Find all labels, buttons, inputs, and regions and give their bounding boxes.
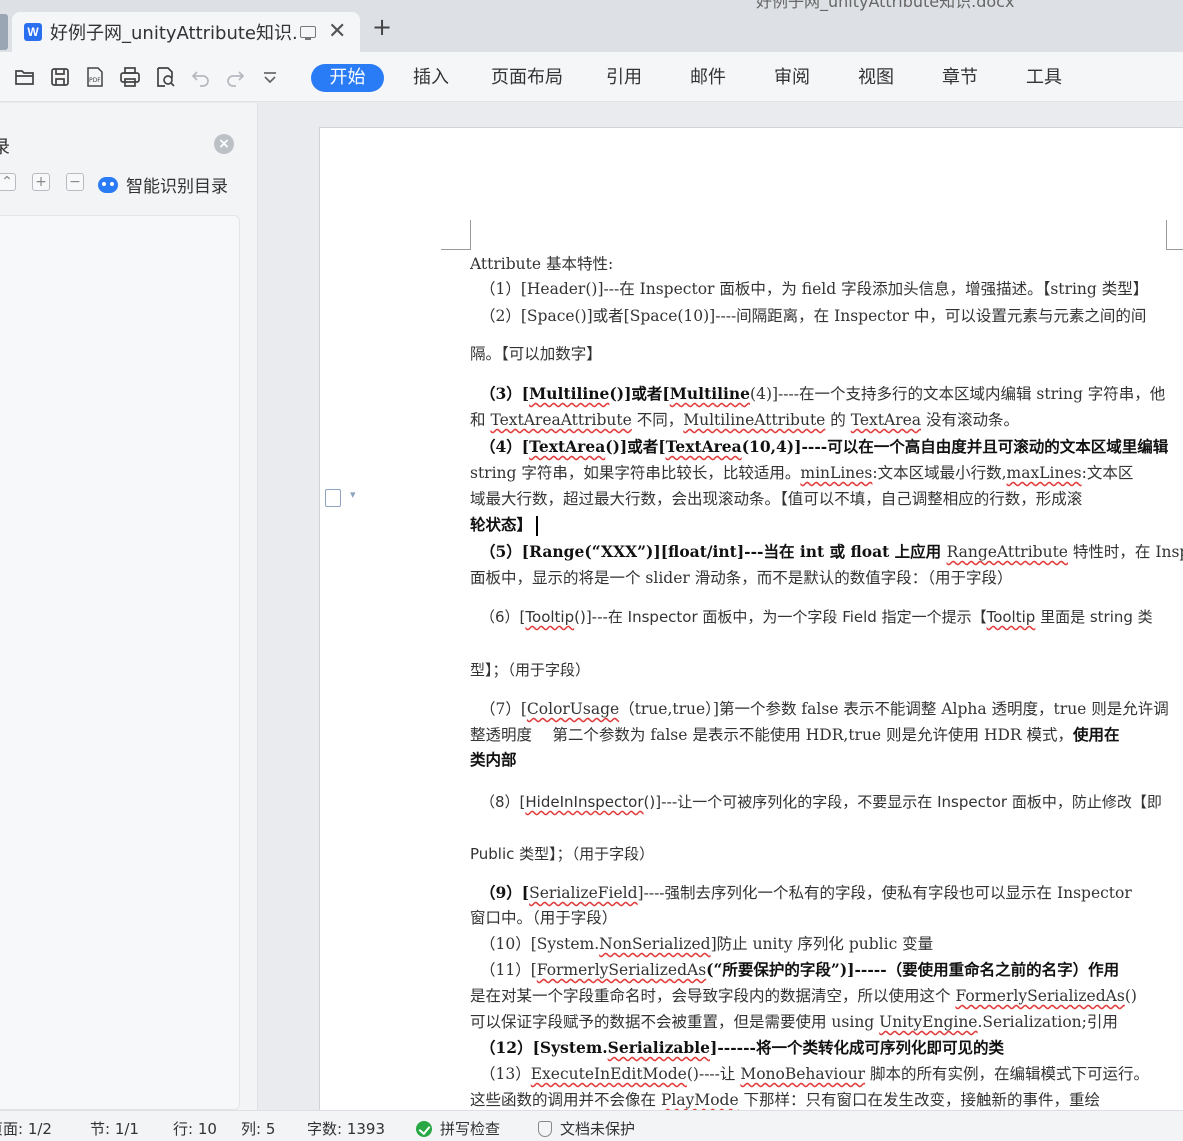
margin-corner-mark-left: [441, 220, 471, 250]
ribbon-tab-references[interactable]: 引用: [606, 64, 642, 92]
doc-heading: Attribute 基本特性:: [470, 255, 614, 273]
title-tab-bar: 好例子网_unityAttribute知识.docx W 好例子网_unityA…: [0, 0, 1183, 52]
collapse-level-icon[interactable]: −: [66, 173, 84, 191]
doc-line: （1）[Header()]---在 Inspector 面板中，为 field …: [480, 280, 1149, 298]
doc-line: （13）ExecuteInEditMode()----让 MonoBehavio…: [480, 1065, 1150, 1083]
writer-document-icon: W: [24, 23, 42, 41]
spellcheck-button[interactable]: 拼写检查: [416, 1118, 500, 1139]
doc-line: （9）[SerializeField]----强制去序列化一个私有的字段，使私有…: [480, 883, 1132, 902]
document-protection-button[interactable]: 文档未保护: [538, 1118, 635, 1139]
ribbon-tab-chapter[interactable]: 章节: [942, 64, 978, 92]
smart-toc-button[interactable]: 智能识别目录: [98, 172, 228, 197]
collapse-all-icon[interactable]: ⌃: [0, 173, 16, 191]
print-icon[interactable]: [119, 66, 141, 88]
close-pane-icon[interactable]: ×: [214, 134, 234, 154]
document-canvas[interactable]: Attribute 基本特性: （1）[Header()]---在 Inspec…: [259, 103, 1183, 1110]
nav-pane-title: 录: [0, 137, 10, 158]
ribbon-tab-view[interactable]: 视图: [858, 64, 894, 92]
doc-line: （3）[Multiline()]或者[Multiline(4)]----在一个支…: [480, 384, 1166, 403]
open-folder-icon[interactable]: [14, 66, 36, 88]
doc-line: 可以保证字段赋予的数据不会被重置，但是需要使用 using UnityEngin…: [470, 1013, 1118, 1031]
doc-line: 域最大行数，超过最大行数，会出现滚动条。【值可以不填，自己调整相应的行数，形成滚: [470, 490, 1083, 508]
spellcheck-icon: [416, 1121, 432, 1137]
doc-line: （5）[Range(“XXX”)][float/int]---当在 int 或 …: [480, 542, 1183, 561]
expand-level-icon[interactable]: +: [32, 173, 50, 191]
window-title: 好例子网_unityAttribute知识.docx: [756, 0, 1015, 11]
doc-line: 是在对某一个字段重命名时，会导致字段内的数据清空，所以使用这个 Formerly…: [470, 987, 1137, 1005]
previous-tab-edge[interactable]: [0, 14, 8, 50]
shield-icon: [538, 1121, 552, 1137]
new-tab-button[interactable]: +: [372, 15, 392, 39]
tab-title: 好例子网_unityAttribute知识.: [50, 23, 298, 44]
export-pdf-icon[interactable]: PDF: [84, 66, 106, 88]
doc-line: 这些函数的调用并不会像在 PlayMode 下那样：只有窗口在发生改变，接触新的…: [470, 1091, 1101, 1109]
undo-icon[interactable]: [190, 66, 212, 88]
doc-line: 类内部: [470, 750, 517, 769]
doc-line: （8）[HideInInspector()]---让一个可被序列化的字段，不要显…: [480, 793, 1162, 811]
status-row[interactable]: 行: 10: [173, 1118, 217, 1139]
protection-label: 文档未保护: [560, 1120, 636, 1138]
doc-line: （4）[TextArea()]或者[TextArea(10,4)]----可以在…: [480, 437, 1169, 456]
ribbon-tab-mailings[interactable]: 邮件: [690, 64, 726, 92]
doc-line: 窗口中。（用于字段）: [470, 909, 618, 927]
doc-line: Public 类型】；（用于字段）: [470, 845, 655, 863]
doc-line: （2）[Space()]或者[Space(10)]----间隔距离，在 Insp…: [480, 307, 1147, 325]
status-word-count[interactable]: 字数: 1393: [307, 1118, 385, 1139]
doc-line: （12）[System.Serializable]------将一个类转化成可序…: [480, 1038, 1004, 1057]
doc-line: （6）[Tooltip()]---在 Inspector 面板中，为一个字段 F…: [480, 608, 1153, 626]
status-column[interactable]: 列: 5: [241, 1118, 275, 1139]
ribbon-tab-insert[interactable]: 插入: [413, 64, 449, 92]
toolbar: PDF 开始 插入 页面布局 引用 邮件 审阅 视图 章节 工具: [0, 52, 1183, 102]
pdf-label: PDF: [89, 77, 101, 84]
doc-line: （7）[ColorUsage（true,true）]第一个参数 false 表示…: [480, 700, 1169, 718]
redo-icon[interactable]: [224, 66, 246, 88]
paragraph-options-icon[interactable]: [325, 488, 356, 507]
doc-line: 轮状态】: [470, 514, 539, 536]
status-page[interactable]: 页面: 1/2: [0, 1118, 52, 1139]
status-section[interactable]: 节: 1/1: [90, 1118, 139, 1139]
text-cursor: [536, 516, 539, 536]
ribbon-tab-review[interactable]: 审阅: [774, 64, 810, 92]
ribbon-tab-start[interactable]: 开始: [311, 64, 384, 92]
tab-document[interactable]: W 好例子网_unityAttribute知识. ✕: [12, 12, 360, 52]
toc-tree-area[interactable]: [0, 215, 240, 1110]
navigation-pane: 录 × ⌃ + − 智能识别目录: [0, 103, 258, 1110]
doc-line: 型】；（用于字段）: [470, 661, 591, 679]
doc-line: 隔。【可以加数字】: [470, 345, 602, 363]
document-page[interactable]: Attribute 基本特性: （1）[Header()]---在 Inspec…: [319, 127, 1183, 1110]
print-preview-icon[interactable]: [154, 66, 176, 88]
doc-line: 面板中，显示的将是一个 slider 滑动条，而不是默认的数值字段：（用于字段）: [470, 569, 1013, 587]
ribbon-tab-page-layout[interactable]: 页面布局: [491, 64, 563, 92]
monitor-icon[interactable]: [300, 26, 316, 40]
doc-line: 整透明度 第二个参数为 false 是表示不能使用 HDR,true 则是允许使…: [470, 725, 1120, 744]
smart-toc-icon: [98, 176, 118, 193]
doc-line: string 字符串，如果字符串比较长，比较适用。minLines:文本区域最小…: [470, 464, 1134, 482]
smart-toc-label: 智能识别目录: [126, 177, 228, 197]
customize-dropdown-icon[interactable]: [259, 66, 281, 88]
save-icon[interactable]: [49, 66, 71, 88]
doc-line: （11）[FormerlySerializedAs(“所要保护的字段”)]---…: [480, 960, 1120, 979]
doc-line: （10）[System.NonSerialized]防止 unity 序列化 p…: [480, 935, 934, 953]
spellcheck-label: 拼写检查: [440, 1120, 501, 1138]
ribbon-tab-tools[interactable]: 工具: [1026, 64, 1062, 92]
doc-line: 和 TextAreaAttribute 不同，MultilineAttribut…: [470, 411, 1019, 429]
status-bar: 页面: 1/2 节: 1/1 行: 10 列: 5 字数: 1393 拼写检查 …: [0, 1110, 1183, 1141]
close-tab-icon[interactable]: ✕: [328, 21, 346, 43]
margin-corner-mark-right: [1166, 220, 1183, 250]
